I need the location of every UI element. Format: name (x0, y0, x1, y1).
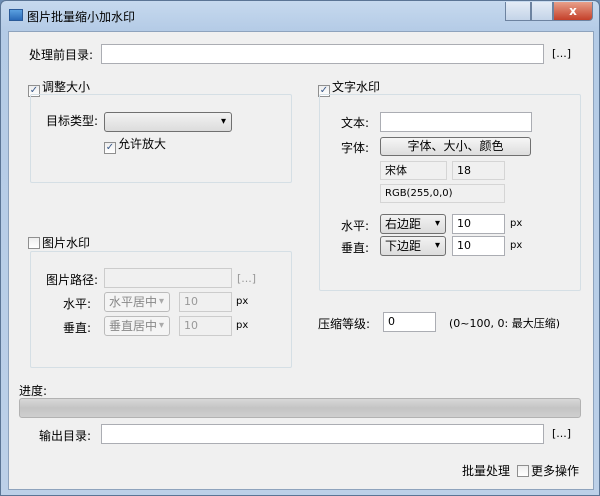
compression-input[interactable]: 0 (383, 312, 436, 332)
resize-label: 调整大小 (42, 80, 91, 94)
text-watermark-label: 文字水印 (332, 80, 381, 94)
text-h-label: 水平: (341, 219, 370, 233)
checkbox-icon (28, 237, 40, 249)
image-h-offset-input[interactable]: 10 (179, 292, 232, 312)
text-input[interactable] (380, 112, 532, 132)
checkbox-icon (517, 465, 529, 477)
text-v-select[interactable]: 下边距 (380, 236, 446, 256)
output-dir-input[interactable] (101, 424, 544, 444)
output-dir-label: 输出目录: (39, 429, 92, 443)
image-v-label: 垂直: (63, 321, 92, 335)
window-title: 图片批量缩小加水印 (27, 10, 136, 24)
output-browse-button[interactable]: [...] (552, 427, 571, 440)
compression-label: 压缩等级: (318, 317, 371, 331)
progress-label: 进度: (19, 384, 48, 398)
text-v-label: 垂直: (341, 241, 370, 255)
image-watermark-checkbox[interactable]: 图片水印 (28, 234, 90, 251)
progress-bar (19, 398, 581, 418)
text-v-offset-input[interactable]: 10 (452, 236, 505, 256)
image-h-select[interactable]: 水平居中 (104, 292, 170, 312)
app-window: 图片批量缩小加水印 x 处理前目录: [...] ✓ 调整大小 目标类型: ✓允许… (0, 0, 600, 496)
text-h-offset-input[interactable]: 10 (452, 214, 505, 234)
text-label: 文本: (341, 116, 370, 130)
px-unit: px (510, 240, 523, 251)
image-watermark-label: 图片水印 (42, 236, 91, 250)
text-h-select[interactable]: 右边距 (380, 214, 446, 234)
close-button[interactable]: x (553, 2, 593, 21)
image-path-input[interactable] (104, 268, 232, 288)
checkbox-icon: ✓ (104, 142, 116, 154)
image-path-browse-button[interactable]: [...] (237, 272, 256, 285)
px-unit: px (510, 218, 523, 229)
font-color-display: RGB(255,0,0) (380, 184, 505, 203)
image-v-select[interactable]: 垂直居中 (104, 316, 170, 336)
compression-hint: (0~100, 0: 最大压缩) (449, 317, 560, 330)
px-unit: px (236, 320, 249, 331)
app-icon (9, 9, 23, 21)
allow-enlarge-label: 允许放大 (118, 137, 167, 151)
source-dir-label: 处理前目录: (29, 48, 94, 62)
image-h-label: 水平: (63, 297, 92, 311)
px-unit: px (236, 296, 249, 307)
more-actions-checkbox[interactable]: 更多操作 (517, 462, 579, 479)
target-type-label: 目标类型: (46, 114, 99, 128)
font-size-display: 18 (452, 161, 505, 180)
font-button[interactable]: 字体、大小、颜色 (380, 137, 531, 156)
allow-enlarge-checkbox[interactable]: ✓ 允许放大 (104, 135, 166, 154)
more-actions-label: 更多操作 (531, 464, 580, 478)
font-label: 字体: (341, 141, 370, 155)
font-name-display: 宋体 (380, 161, 447, 180)
source-dir-input[interactable] (101, 44, 544, 64)
batch-process-button[interactable]: 批量处理 (462, 462, 510, 479)
minimize-button[interactable] (505, 2, 531, 21)
maximize-button[interactable] (531, 2, 553, 21)
image-path-label: 图片路径: (46, 273, 99, 287)
image-v-offset-input[interactable]: 10 (179, 316, 232, 336)
source-browse-button[interactable]: [...] (552, 47, 571, 60)
target-type-select[interactable] (104, 112, 232, 132)
